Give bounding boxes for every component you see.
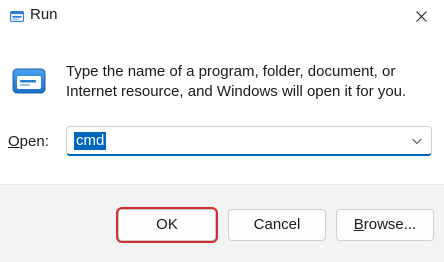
instruction-text: Type the name of a program, folder, docu… [66,63,407,100]
title-bar[interactable]: Run [0,0,444,34]
run-dialog: Run Type the name of a program, folder, … [0,0,444,262]
browse-accelerator: B [353,216,364,233]
open-label: Open: [8,132,49,152]
open-combobox[interactable]: cmd [66,126,432,156]
browse-button[interactable]: Browse... [336,209,434,241]
browse-label-rest: rowse... [363,216,417,233]
open-label-accelerator: O [8,133,20,150]
close-icon [415,10,427,22]
open-label-rest: pen: [19,133,49,150]
open-input-value[interactable]: cmd [74,132,107,150]
window-title: Run [30,6,58,23]
run-icon [10,11,24,22]
run-icon [12,68,46,94]
button-bar: OK Cancel Browse... [0,184,444,262]
ok-button[interactable]: OK [118,209,216,241]
chevron-down-icon[interactable] [411,136,423,146]
close-button[interactable] [398,0,444,32]
cancel-button[interactable]: Cancel [228,209,326,241]
